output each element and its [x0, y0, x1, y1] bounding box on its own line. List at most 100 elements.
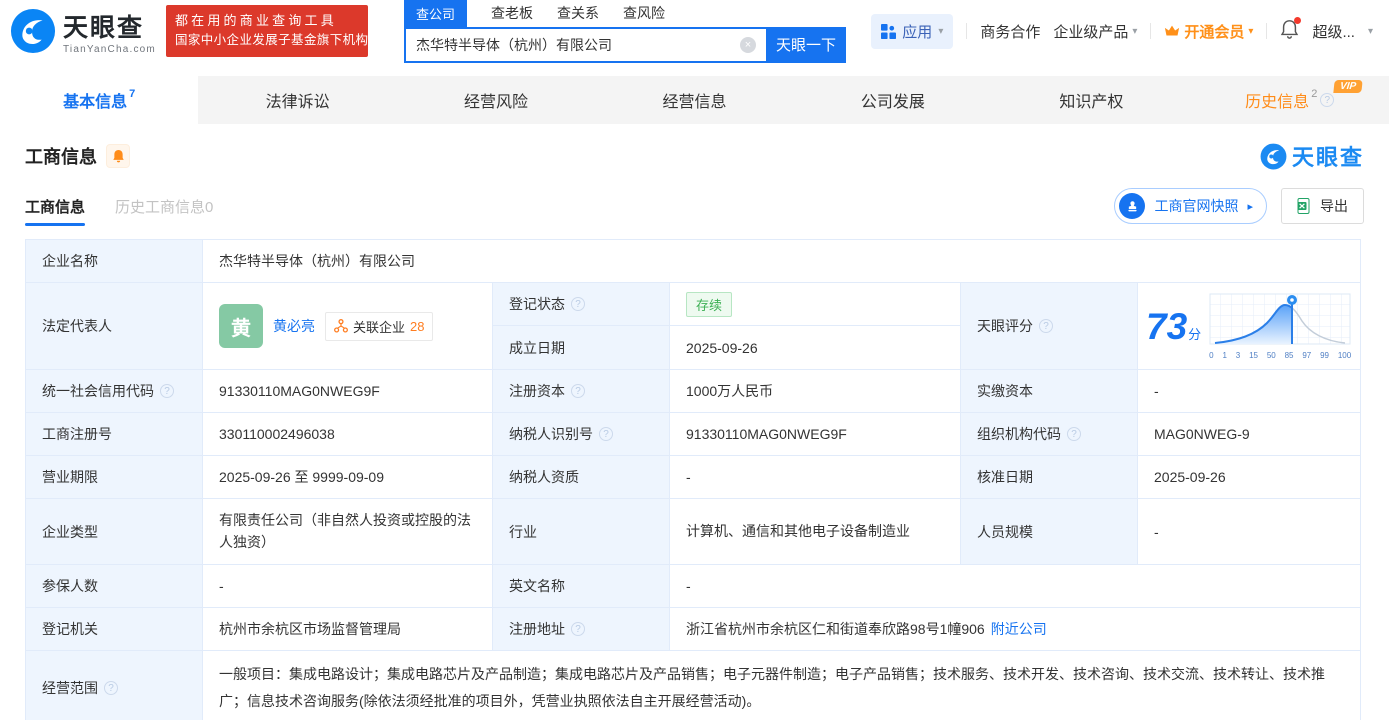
- search-input[interactable]: [403, 26, 766, 63]
- help-icon[interactable]: ?: [1039, 319, 1053, 333]
- field-label: 天眼评分 ?: [961, 283, 1138, 369]
- divider: [1266, 23, 1268, 39]
- chevron-down-icon: ▾: [938, 25, 944, 37]
- avatar[interactable]: 黄: [219, 304, 263, 348]
- field-label: 登记机关: [26, 608, 203, 651]
- insured-count-value: -: [203, 565, 493, 608]
- tab-business-info[interactable]: 经营信息: [595, 76, 793, 124]
- top-header: 天眼查 TianYanCha.com 都在用的商业查询工具 国家中小企业发展子基…: [0, 0, 1389, 63]
- help-icon[interactable]: ?: [571, 384, 585, 398]
- search-tab-risk[interactable]: 查风险: [623, 3, 665, 27]
- tab-history-info[interactable]: VIP 历史信息 2 ?: [1191, 76, 1389, 124]
- divider: [1150, 23, 1152, 39]
- search-tab-boss[interactable]: 查老板: [491, 3, 533, 27]
- paid-capital-value: -: [1154, 383, 1159, 399]
- search-button[interactable]: 天眼一下: [765, 26, 846, 63]
- score-number: 73: [1146, 305, 1188, 347]
- tab-operational-risk[interactable]: 经营风险: [397, 76, 595, 124]
- tab-count: 7: [129, 88, 136, 100]
- industry-value: 计算机、通信和其他电子设备制造业: [670, 499, 961, 565]
- help-icon[interactable]: ?: [571, 622, 585, 637]
- help-icon[interactable]: ?: [104, 680, 118, 695]
- subtab-history-registration[interactable]: 历史工商信息0: [115, 196, 213, 217]
- vip-badge: VIP: [1332, 80, 1363, 93]
- tianyancha-logo-icon: [10, 8, 56, 54]
- legal-rep-link[interactable]: 黄必亮: [273, 316, 315, 336]
- table-row: 经营范围? 一般项目：集成电路设计；集成电路芯片及产品制造；集成电路芯片及产品销…: [26, 651, 1360, 720]
- search-area: 查公司 查老板 查关系 查风险 × 天眼一下: [403, 0, 846, 63]
- watermark-text: 天眼查: [1291, 145, 1364, 170]
- registration-number-value: 330110002496038: [203, 413, 493, 455]
- notification-dot: [1294, 17, 1302, 24]
- nearby-companies-link[interactable]: 附近公司: [991, 619, 1047, 639]
- help-icon[interactable]: ?: [571, 297, 585, 311]
- field-label: 参保人数: [26, 565, 203, 608]
- org-code-value: MAG0NWEG-9: [1154, 426, 1250, 442]
- excel-icon: [1297, 198, 1310, 214]
- field-label: 人员规模: [961, 499, 1138, 565]
- help-icon[interactable]: ?: [160, 384, 174, 398]
- company-type-value: 有限责任公司（非自然人投资或控股的法人独资）: [203, 499, 493, 565]
- open-vip-menu[interactable]: 开通会员 ▾: [1164, 21, 1253, 42]
- enterprise-product-menu[interactable]: 企业级产品 ▾: [1053, 21, 1137, 42]
- help-icon[interactable]: ?: [1320, 93, 1335, 107]
- tab-intellectual-property[interactable]: 知识产权: [992, 76, 1190, 124]
- table-row: 参保人数 - 英文名称 -: [26, 565, 1360, 609]
- table-row: 登记机关 杭州市余杭区市场监督管理局 注册地址? 浙江省杭州市余杭区仁和街道奉欣…: [26, 608, 1360, 652]
- field-label: 注册资本?: [493, 370, 670, 412]
- field-label: 核准日期: [961, 456, 1138, 498]
- table-row: 企业名称 杰华特半导体（杭州）有限公司: [26, 240, 1360, 283]
- crown-icon: [1165, 25, 1180, 36]
- field-label: 实缴资本: [961, 370, 1138, 412]
- establish-date-value: 2025-09-26: [686, 339, 758, 356]
- business-term-value: 2025-09-26 至 9999-09-09: [203, 456, 493, 498]
- score-unit: 分: [1188, 326, 1202, 342]
- help-icon[interactable]: ?: [1067, 427, 1081, 441]
- official-snapshot-button[interactable]: 工商官网快照 ▸: [1114, 188, 1267, 224]
- apps-label: 应用: [902, 23, 933, 41]
- related-companies-badge[interactable]: 关联企业 28: [325, 311, 434, 341]
- field-label: 纳税人识别号?: [493, 413, 670, 455]
- brand-name: 天眼查: [63, 13, 145, 42]
- divider: [966, 23, 968, 39]
- company-nav-tabs: 基本信息 7 法律诉讼 经营风险 经营信息 公司发展 知识产权 VIP 历史信息 2…: [0, 76, 1389, 124]
- field-label: 行业: [493, 499, 670, 565]
- taxpayer-id-value: 91330110MAG0NWEG9F: [670, 413, 961, 455]
- field-label: 企业类型: [26, 499, 203, 565]
- notifications-button[interactable]: [1280, 17, 1302, 43]
- tab-legal-proceedings[interactable]: 法律诉讼: [198, 76, 396, 124]
- registration-authority-value: 杭州市余杭区市场监督管理局: [203, 608, 493, 651]
- search-tab-company[interactable]: 查公司: [403, 0, 467, 27]
- related-count: 28: [410, 318, 425, 334]
- field-label: 英文名称: [493, 565, 670, 608]
- field-label: 营业期限: [26, 456, 203, 498]
- field-label: 登记状态 ?: [493, 283, 670, 326]
- apps-menu[interactable]: 应用 ▾: [871, 13, 954, 49]
- registered-address-value: 浙江省杭州市余杭区仁和街道奉欣路98号1幢906 附近公司: [686, 619, 1047, 639]
- registered-capital-value: 1000万人民币: [670, 370, 961, 412]
- field-label: 纳税人资质: [493, 456, 670, 498]
- promo-line1: 都在用的商业查询工具: [174, 13, 337, 29]
- clear-icon[interactable]: ×: [739, 36, 756, 53]
- export-button[interactable]: 导出: [1281, 188, 1364, 224]
- company-name-value: 杰华特半导体（杭州）有限公司: [219, 253, 415, 269]
- field-label: 成立日期: [493, 326, 670, 369]
- tyc-score-value[interactable]: 73分 0 1 3 15 50 85 97 99 100: [1138, 283, 1361, 369]
- tab-count: 2: [1311, 88, 1318, 100]
- approval-date-value: 2025-09-26: [1154, 469, 1226, 485]
- business-coop-link[interactable]: 商务合作: [980, 21, 1040, 42]
- user-menu[interactable]: 超级...: [1312, 21, 1355, 42]
- staff-size-value: -: [1154, 523, 1159, 540]
- field-label: 企业名称: [26, 240, 203, 282]
- chevron-down-icon: ▾: [1367, 25, 1373, 37]
- tab-basic-info[interactable]: 基本信息 7: [0, 76, 199, 124]
- username: 超级...: [1312, 23, 1355, 41]
- tianyancha-logo-icon: [1260, 143, 1287, 169]
- help-icon[interactable]: ?: [599, 427, 613, 441]
- taxpayer-qualification-value: -: [670, 456, 961, 498]
- tianyancha-logo[interactable]: 天眼查 TianYanCha.com: [10, 8, 156, 55]
- subtab-business-registration[interactable]: 工商信息: [25, 196, 86, 226]
- search-tab-relation[interactable]: 查关系: [557, 3, 599, 27]
- subscribe-bell-button[interactable]: [106, 144, 130, 168]
- tab-company-development[interactable]: 公司发展: [794, 76, 992, 124]
